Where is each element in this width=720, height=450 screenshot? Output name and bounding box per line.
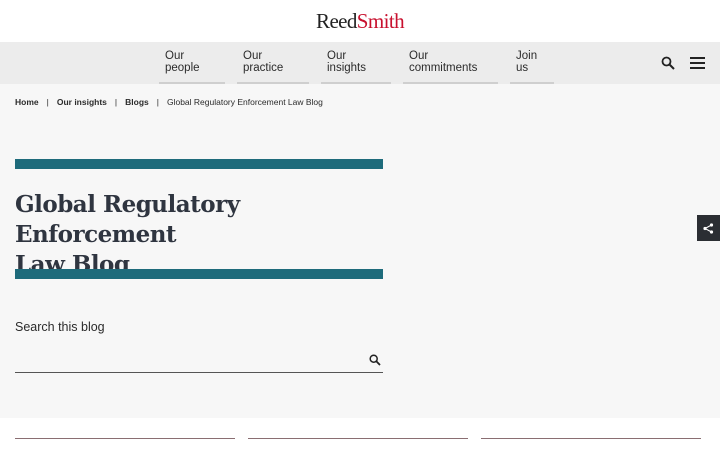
page-title: Global Regulatory Enforcement Law Blog (15, 190, 383, 280)
blog-search-input[interactable] (15, 348, 355, 372)
breadcrumb-blogs[interactable]: Blogs (125, 97, 149, 107)
content-section (0, 418, 720, 450)
nav-item-our-people[interactable]: Our people (159, 42, 225, 84)
breadcrumb-separator: | (156, 97, 159, 107)
search-icon[interactable] (661, 56, 675, 70)
share-icon (703, 222, 714, 234)
hamburger-menu-icon[interactable] (690, 57, 705, 69)
breadcrumb-current: Global Regulatory Enforcement Law Blog (166, 97, 323, 107)
nav-item-our-insights[interactable]: Our insights (321, 42, 391, 84)
nav-item-our-commitments[interactable]: Our commitments (403, 42, 498, 84)
breadcrumb-our-insights[interactable]: Our insights (57, 97, 107, 107)
accent-bar-bottom (15, 269, 383, 279)
breadcrumb: Home | Our insights | Blogs | Global Reg… (15, 97, 323, 107)
breadcrumb-home[interactable]: Home (15, 97, 39, 107)
logo-reed: Reed (316, 8, 357, 33)
card-divider (248, 438, 468, 439)
card-divider (481, 438, 701, 439)
nav-items: Our people Our practice Our insights Our… (159, 42, 566, 84)
share-button[interactable] (697, 215, 720, 241)
nav-item-our-practice[interactable]: Our practice (237, 42, 309, 84)
nav-item-join-us[interactable]: Join us (510, 42, 554, 84)
page-title-line1: Global Regulatory Enforcement (15, 191, 240, 248)
card-divider (15, 438, 235, 439)
search-icon[interactable] (369, 354, 381, 366)
logo-smith: Smith (356, 8, 405, 33)
search-label: Search this blog (15, 320, 105, 334)
top-header: ReedSmith (0, 0, 720, 42)
blog-search (15, 348, 383, 373)
reedsmith-logo[interactable]: ReedSmith (316, 8, 405, 34)
accent-bar-top (15, 159, 383, 169)
main-navigation: Our people Our practice Our insights Our… (0, 42, 720, 84)
breadcrumb-separator: | (114, 97, 118, 107)
breadcrumb-separator: | (46, 97, 49, 107)
